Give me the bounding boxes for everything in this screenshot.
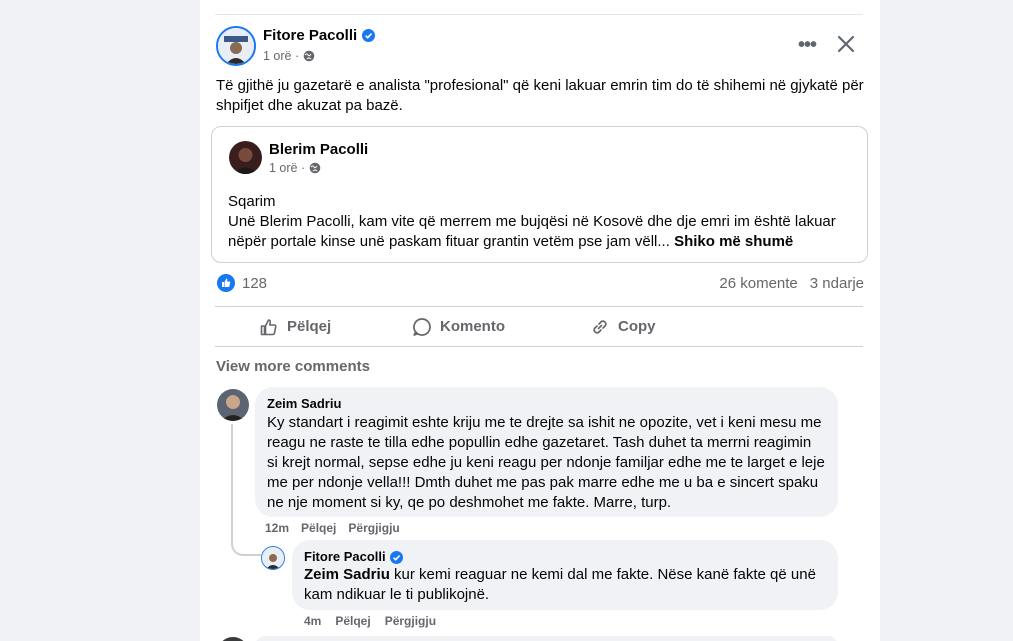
- shared-time[interactable]: 1 orë ·: [269, 161, 305, 175]
- reply-author-name[interactable]: Fitore Pacolli: [304, 549, 386, 565]
- commenter-name[interactable]: Zeim Sadriu: [267, 396, 826, 412]
- comment-button[interactable]: Komento: [412, 307, 505, 346]
- post-author[interactable]: Fitore Pacolli: [263, 27, 376, 44]
- share-count[interactable]: 3 ndarje: [810, 275, 864, 292]
- comment-meta: 12m Pëlqej Përgjigju: [265, 521, 400, 535]
- close-icon[interactable]: [836, 34, 856, 54]
- post-time[interactable]: 1 orë ·: [263, 49, 299, 63]
- reply-author-avatar[interactable]: [261, 546, 285, 570]
- post-actions: Pëlqej Komento Copy: [215, 307, 863, 346]
- reply-meta: 4m Pëlqej Përgjigju: [304, 614, 436, 628]
- reply-author[interactable]: Fitore Pacolli: [304, 549, 826, 565]
- see-more-link[interactable]: Shiko më shumë: [674, 233, 793, 250]
- actions-divider-bottom: [215, 346, 863, 347]
- comment-count[interactable]: 26 komente: [719, 275, 797, 292]
- view-more-comments-link[interactable]: View more comments: [216, 358, 370, 375]
- comment-bubble: Zeim Sadriu Ky standart i reagimit eshte…: [255, 387, 838, 517]
- reply-mention[interactable]: Zeim Sadriu: [304, 566, 390, 583]
- next-comment-bubble: [255, 636, 838, 641]
- verified-badge-icon: [389, 550, 403, 564]
- like-button[interactable]: Pëlqej: [259, 307, 331, 346]
- commenter-avatar[interactable]: [217, 389, 249, 421]
- shared-text: Sqarim Unë Blerim Pacolli, kam vite që m…: [228, 192, 858, 252]
- reply-time[interactable]: 4m: [304, 614, 321, 628]
- reactions-summary[interactable]: 128: [217, 274, 267, 292]
- engagement-counts: 26 komente 3 ndarje: [719, 275, 864, 292]
- comment-reply-link[interactable]: Përgjigju: [348, 521, 399, 535]
- copy-link-button[interactable]: Copy: [590, 307, 656, 346]
- shared-author-name[interactable]: Blerim Pacolli: [269, 141, 368, 158]
- post-meta: 1 orë ·: [263, 49, 315, 63]
- globe-icon: [303, 50, 315, 62]
- shared-text-heading: Sqarim: [228, 193, 276, 210]
- thumbs-up-icon: [260, 318, 277, 335]
- shared-author-avatar[interactable]: [229, 141, 262, 174]
- author-avatar[interactable]: [216, 26, 256, 66]
- shared-meta: 1 orë ·: [269, 161, 321, 175]
- comment-text: Ky standart i reagimit eshte kriju me te…: [267, 414, 825, 511]
- comment-like-link[interactable]: Pëlqej: [301, 521, 336, 535]
- like-reaction-icon: [217, 274, 235, 292]
- verified-badge-icon: [362, 29, 376, 42]
- copy-label: Copy: [618, 318, 656, 335]
- post-card: Fitore Pacolli 1 orë · ••• Të gjithë ju …: [200, 0, 880, 641]
- post-author-name[interactable]: Fitore Pacolli: [263, 27, 357, 44]
- next-commenter-avatar[interactable]: [217, 637, 249, 641]
- reply-bubble: Fitore Pacolli Zeim Sadriu kur kemi reag…: [292, 540, 838, 610]
- link-icon: [593, 319, 607, 334]
- like-label: Pëlqej: [287, 318, 332, 335]
- top-divider: [215, 14, 863, 15]
- reply-text: Zeim Sadriu kur kemi reaguar ne kemi dal…: [304, 565, 826, 605]
- comment-bubble-icon: [413, 317, 431, 336]
- reaction-count[interactable]: 128: [242, 275, 267, 292]
- shared-post[interactable]: Blerim Pacolli 1 orë · Sqarim Unë Blerim…: [211, 126, 868, 263]
- more-options-icon[interactable]: •••: [798, 34, 822, 56]
- post-text: Të gjithë ju gazetarë e analista "profes…: [216, 77, 864, 114]
- comment-label: Komento: [440, 318, 505, 335]
- globe-icon: [309, 162, 321, 174]
- reply-reply-link[interactable]: Përgjigju: [385, 614, 436, 628]
- comment-time[interactable]: 12m: [265, 521, 289, 535]
- reply-like-link[interactable]: Pëlqej: [335, 614, 370, 628]
